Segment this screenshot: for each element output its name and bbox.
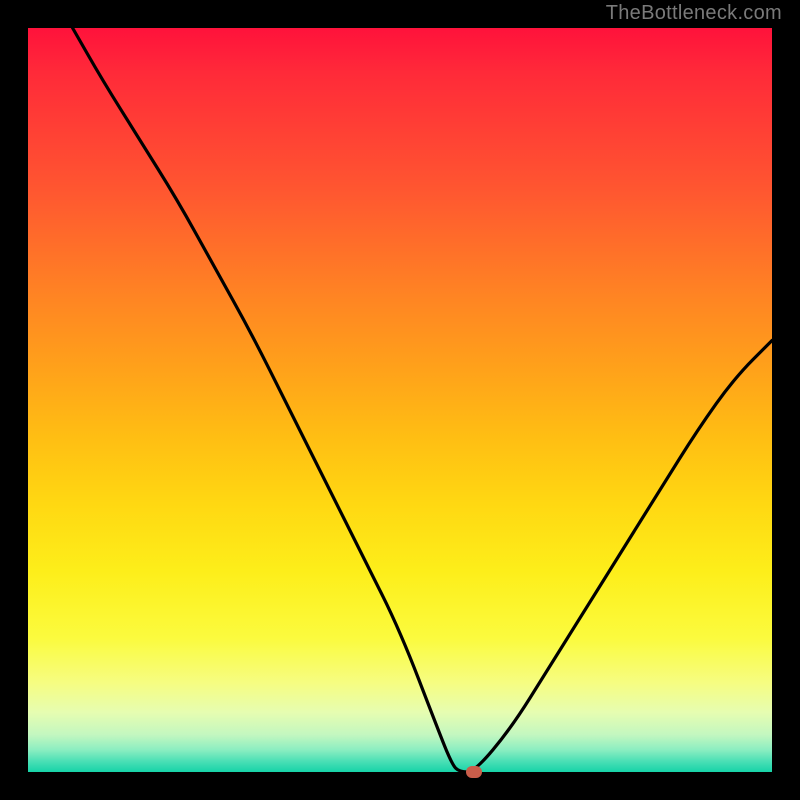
chart-frame: TheBottleneck.com bbox=[0, 0, 800, 800]
watermark-text: TheBottleneck.com bbox=[606, 2, 782, 25]
optimal-point-marker bbox=[466, 766, 482, 778]
bottleneck-curve bbox=[73, 28, 772, 772]
curve-svg bbox=[28, 28, 772, 772]
plot-area bbox=[28, 28, 772, 772]
